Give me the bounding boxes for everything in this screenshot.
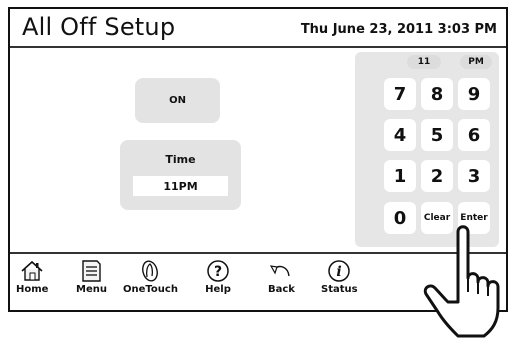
nav-menu-label: Menu — [76, 284, 107, 295]
nav-onetouch[interactable]: OneTouch — [123, 259, 178, 295]
time-panel: Time 11PM — [120, 140, 241, 210]
nav-status[interactable]: i Status — [321, 259, 358, 295]
help-icon: ? — [207, 260, 229, 282]
key-2[interactable]: 2 — [421, 160, 453, 192]
key-8[interactable]: 8 — [421, 78, 453, 110]
menu-icon — [82, 260, 102, 282]
nav-status-label: Status — [321, 284, 358, 295]
key-1[interactable]: 1 — [384, 160, 416, 192]
nav-help[interactable]: ? Help — [205, 259, 231, 295]
key-7[interactable]: 7 — [384, 78, 416, 110]
nav-back-label: Back — [268, 284, 295, 295]
svg-text:i: i — [337, 264, 342, 280]
nav-home[interactable]: Home — [16, 259, 48, 295]
key-5[interactable]: 5 — [421, 119, 453, 151]
nav-help-label: Help — [205, 284, 231, 295]
nav-onetouch-label: OneTouch — [123, 284, 178, 295]
key-6[interactable]: 6 — [458, 119, 490, 151]
time-label: Time — [165, 153, 196, 166]
touch-icon — [142, 260, 159, 282]
nav-back[interactable]: Back — [268, 259, 295, 295]
keypad-display-ampm[interactable]: PM — [460, 55, 492, 69]
date-time: Thu June 23, 2011 3:03 PM — [300, 22, 497, 37]
key-3[interactable]: 3 — [458, 160, 490, 192]
numeric-keypad: 11 PM 7 8 9 4 5 6 1 2 3 0 Clear Enter — [355, 52, 499, 247]
key-0[interactable]: 0 — [384, 202, 416, 234]
header-divider — [10, 46, 506, 48]
keypad-display-hour: 11 — [407, 55, 441, 69]
nav-menu[interactable]: Menu — [76, 259, 107, 295]
time-value-field[interactable]: 11PM — [133, 176, 228, 196]
info-icon: i — [328, 260, 351, 282]
on-button[interactable]: ON — [135, 78, 220, 123]
key-4[interactable]: 4 — [384, 119, 416, 151]
page-title: All Off Setup — [22, 13, 176, 41]
svg-text:?: ? — [214, 264, 222, 280]
house-icon — [21, 260, 43, 281]
nav-home-label: Home — [16, 284, 49, 295]
key-9[interactable]: 9 — [458, 78, 490, 110]
back-arrow-icon — [270, 265, 291, 277]
pointing-hand-icon — [423, 225, 500, 338]
